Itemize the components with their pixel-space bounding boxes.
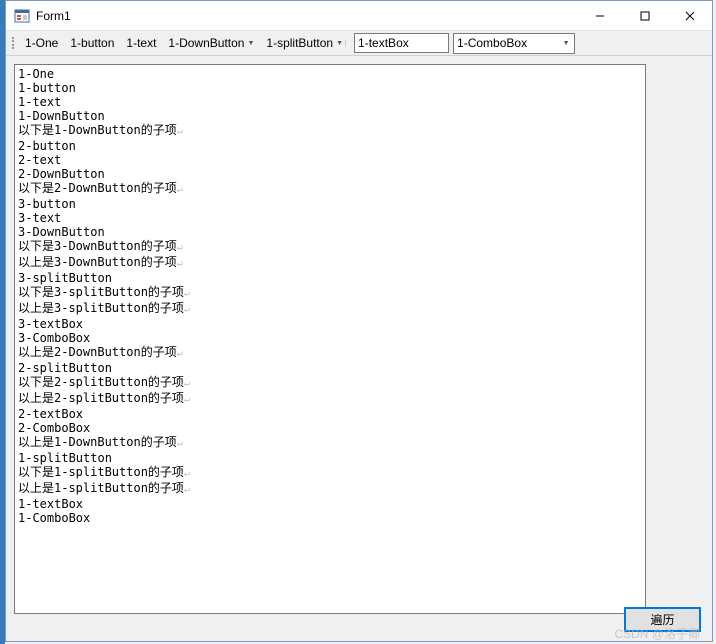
label-text: 1-DownButton — [168, 36, 244, 50]
richtext-line: 以下是3-DownButton的子项↵ — [18, 239, 642, 255]
toolstrip-textbox[interactable] — [354, 33, 449, 53]
paragraph-mark-icon: ↵ — [177, 242, 183, 253]
paragraph-mark-icon: ↵ — [184, 378, 190, 389]
chevron-down-icon[interactable]: ▼ — [558, 40, 574, 47]
richtext-line: 3-text — [18, 211, 642, 225]
combobox-text: 1-ComboBox — [454, 36, 558, 50]
toolstrip-split-button[interactable]: 1-splitButton ▼ — [260, 33, 354, 53]
richtext-line: 3-button — [18, 197, 642, 211]
paragraph-mark-icon: ↵ — [177, 184, 183, 195]
richtext-line: 以下是1-splitButton的子项↵ — [18, 465, 642, 481]
toolstrip-button[interactable]: 1-button — [64, 33, 120, 53]
richtext-line: 以下是2-DownButton的子项↵ — [18, 181, 642, 197]
toolstrip-label-one[interactable]: 1-One — [19, 33, 64, 53]
title-bar[interactable]: Form1 — [6, 1, 712, 31]
richtext-line: 2-textBox — [18, 407, 642, 421]
richtext-line: 3-DownButton — [18, 225, 642, 239]
richtext-line: 1-DownButton — [18, 109, 642, 123]
richtext-line: 以上是3-splitButton的子项↵ — [18, 301, 642, 317]
window-controls — [577, 1, 712, 30]
richtext-line: 2-text — [18, 153, 642, 167]
chevron-down-icon[interactable]: ▼ — [336, 40, 346, 47]
label-text: 1-splitButton — [266, 36, 333, 50]
toolstrip-text: 1-text — [120, 33, 162, 53]
richtext-line: 以上是2-splitButton的子项↵ — [18, 391, 642, 407]
label-text: 1-text — [126, 36, 156, 50]
richtext-line: 以下是1-DownButton的子项↵ — [18, 123, 642, 139]
richtext-line: 1-splitButton — [18, 451, 642, 465]
richtext-line: 3-ComboBox — [18, 331, 642, 345]
richtext-line: 以上是3-DownButton的子项↵ — [18, 255, 642, 271]
paragraph-mark-icon: ↵ — [184, 394, 190, 405]
richtext-line: 2-ComboBox — [18, 421, 642, 435]
paragraph-mark-icon: ↵ — [184, 304, 190, 315]
richtext-line: 1-text — [18, 95, 642, 109]
richtext-line: 1-ComboBox — [18, 511, 642, 525]
window-title: Form1 — [36, 9, 577, 23]
paragraph-mark-icon: ↵ — [184, 288, 190, 299]
richtext-line: 2-button — [18, 139, 642, 153]
richtext-line: 1-One — [18, 67, 642, 81]
richtext-line: 2-splitButton — [18, 361, 642, 375]
tool-strip: 1-One 1-button 1-text 1-DownButton ▼ 1-s… — [6, 31, 712, 56]
close-button[interactable] — [667, 1, 712, 31]
richtext-line: 2-DownButton — [18, 167, 642, 181]
richtext-line: 以下是3-splitButton的子项↵ — [18, 285, 642, 301]
richtext-line: 以上是2-DownButton的子项↵ — [18, 345, 642, 361]
richtext-line: 1-textBox — [18, 497, 642, 511]
main-window: Form1 1-One 1-button 1-text 1-DownButton… — [5, 0, 713, 642]
chevron-down-icon: ▼ — [247, 40, 254, 47]
paragraph-mark-icon: ↵ — [177, 438, 183, 449]
richtext-line: 以上是1-splitButton的子项↵ — [18, 481, 642, 497]
form-icon — [14, 8, 30, 24]
button-label: 遍历 — [650, 611, 674, 628]
paragraph-mark-icon: ↵ — [184, 484, 190, 495]
paragraph-mark-icon: ↵ — [177, 348, 183, 359]
traverse-button[interactable]: 遍历 — [625, 608, 700, 631]
maximize-button[interactable] — [622, 1, 667, 31]
richtext-line: 以上是1-DownButton的子项↵ — [18, 435, 642, 451]
richtext-line: 3-textBox — [18, 317, 642, 331]
toolstrip-combobox[interactable]: 1-ComboBox ▼ — [453, 33, 575, 54]
label-text: 1-One — [25, 36, 58, 50]
paragraph-mark-icon: ↵ — [184, 468, 190, 479]
label-text: 1-button — [70, 36, 114, 50]
client-area: 1-One1-button1-text1-DownButton以下是1-Down… — [6, 56, 712, 641]
toolstrip-grip-icon[interactable] — [10, 34, 17, 52]
richtext-line: 以下是2-splitButton的子项↵ — [18, 375, 642, 391]
paragraph-mark-icon: ↵ — [177, 258, 183, 269]
output-richtextbox[interactable]: 1-One1-button1-text1-DownButton以下是1-Down… — [14, 64, 646, 614]
richtext-line: 3-splitButton — [18, 271, 642, 285]
paragraph-mark-icon: ↵ — [177, 126, 183, 137]
toolstrip-dropdown-button[interactable]: 1-DownButton ▼ — [162, 33, 260, 53]
richtext-line: 1-button — [18, 81, 642, 95]
minimize-button[interactable] — [577, 1, 622, 31]
